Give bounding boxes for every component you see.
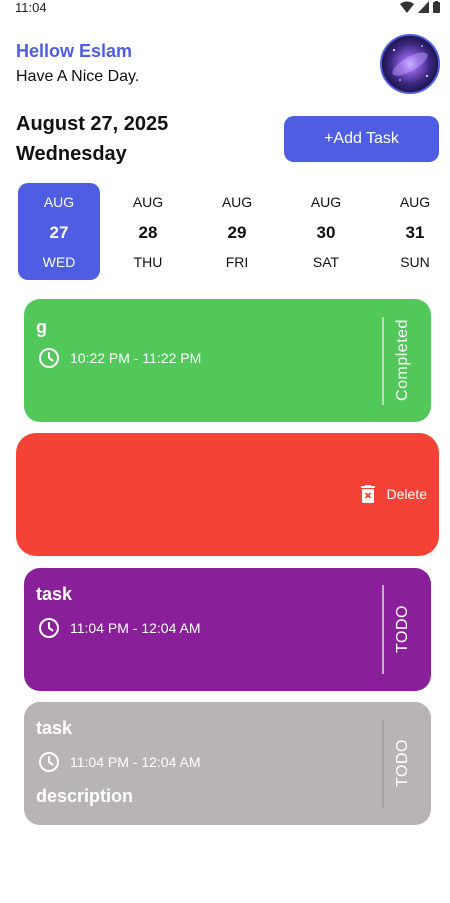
- status-icons: [400, 1, 440, 13]
- date-weekday: THU: [133, 254, 163, 270]
- date-day: 29: [227, 223, 247, 242]
- date-day: 28: [138, 223, 158, 242]
- task-time: 10:22 PM - 11:22 PM: [70, 350, 202, 366]
- date-day: 31: [405, 223, 425, 242]
- date-month: AUG: [399, 194, 431, 210]
- status-time: 11:04: [15, 0, 47, 15]
- date-month: AUG: [43, 194, 75, 210]
- trash-icon: [360, 485, 375, 503]
- date-item-27[interactable]: AUG 27 WED: [18, 183, 100, 280]
- task-card-todo-description[interactable]: task 11:04 PM - 12:04 AM description TOD…: [24, 702, 431, 825]
- date-item-31[interactable]: AUG 31 SUN: [374, 183, 450, 280]
- task-divider: [382, 585, 384, 674]
- avatar[interactable]: [380, 34, 440, 94]
- clock-icon: [39, 348, 59, 368]
- battery-icon: [433, 1, 440, 13]
- task-title: task: [36, 718, 73, 738]
- date-picker-strip: AUG 27 WED AUG 28 THU AUG 29 FRI AUG 30 …: [18, 183, 448, 280]
- date-weekday: SUN: [400, 254, 430, 270]
- task-divider: [382, 720, 384, 808]
- avatar-image: [382, 36, 438, 92]
- date-day: 30: [316, 223, 336, 242]
- date-day: 27: [49, 223, 69, 242]
- task-title: task: [36, 584, 73, 604]
- task-status: Completed: [394, 319, 411, 401]
- greeting-subtitle: Have A Nice Day.: [16, 68, 140, 85]
- clock-icon: [39, 618, 59, 638]
- current-weekday: Wednesday: [16, 143, 127, 165]
- status-bar: 11:04: [0, 0, 450, 16]
- signal-icon: [418, 1, 429, 13]
- delete-label: Delete: [386, 486, 427, 502]
- task-divider: [382, 317, 384, 405]
- task-time: 11:04 PM - 12:04 AM: [70, 620, 201, 636]
- date-month: AUG: [221, 194, 253, 210]
- date-weekday: WED: [42, 254, 76, 270]
- date-item-30[interactable]: AUG 30 SAT: [285, 183, 367, 280]
- delete-action[interactable]: Delete: [360, 485, 427, 503]
- add-task-button[interactable]: +Add Task: [284, 116, 439, 162]
- current-date: August 27, 2025: [16, 113, 169, 135]
- task-time-row: 10:22 PM - 11:22 PM: [38, 347, 201, 369]
- date-month: AUG: [310, 194, 342, 210]
- swipe-delete-background[interactable]: Delete: [16, 433, 439, 556]
- greeting-title: Hellow Eslam: [16, 41, 133, 61]
- task-time-row: 11:04 PM - 12:04 AM: [38, 751, 200, 773]
- date-weekday: FRI: [225, 254, 249, 270]
- task-card-completed[interactable]: g 10:22 PM - 11:22 PM Completed: [24, 299, 431, 422]
- task-description: description: [36, 786, 134, 806]
- wifi-icon: [400, 1, 414, 13]
- date-item-28[interactable]: AUG 28 THU: [107, 183, 189, 280]
- date-weekday: SAT: [312, 254, 340, 270]
- clock-icon: [39, 752, 59, 772]
- task-time: 11:04 PM - 12:04 AM: [70, 754, 201, 770]
- date-month: AUG: [132, 194, 164, 210]
- date-item-29[interactable]: AUG 29 FRI: [196, 183, 278, 280]
- task-status: TODO: [394, 739, 411, 787]
- task-status: TODO: [394, 605, 411, 653]
- task-card-todo[interactable]: task 11:04 PM - 12:04 AM TODO: [24, 568, 431, 691]
- task-time-row: 11:04 PM - 12:04 AM: [38, 617, 200, 639]
- task-title: g: [36, 317, 47, 337]
